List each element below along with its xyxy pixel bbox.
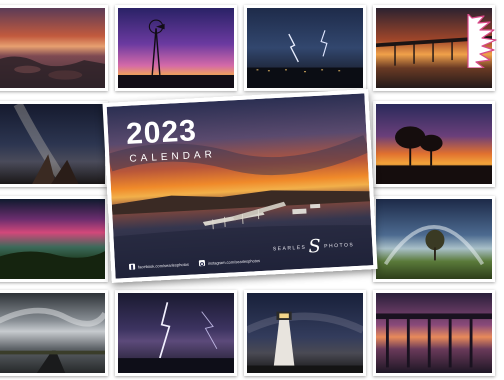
brand-word-left: SEARLES: [272, 244, 307, 253]
windmill-purple-dusk-photo: [115, 5, 237, 91]
brand-s-mark: S: [307, 235, 323, 258]
brand-word-right: PHOTOS: [324, 242, 355, 250]
lightning-storm-town-photo: [244, 5, 366, 91]
facebook-icon: [128, 263, 136, 270]
jetty-dusk-photo: [373, 290, 495, 376]
calendar-cover: 2023 CALENDAR facebook.com/searlesphotos…: [102, 89, 378, 283]
fogbow-tree-photo: [373, 196, 495, 282]
instagram-icon: [198, 259, 206, 267]
trees-sunset-photo: [373, 101, 495, 187]
storm-clouds-road-photo: [0, 290, 108, 376]
aurora-australis-photo: [0, 196, 108, 282]
lighthouse-night-photo: [244, 290, 366, 376]
milky-way-photo: [0, 101, 108, 187]
calendar-year: 2023: [125, 114, 198, 151]
lightning-bolt-photo: [115, 290, 237, 376]
coastal-rocks-sunset-photo: [0, 5, 108, 91]
starburst-badge: [462, 13, 504, 69]
calendar-photo-collage: 2023 CALENDAR facebook.com/searlesphotos…: [0, 0, 504, 380]
